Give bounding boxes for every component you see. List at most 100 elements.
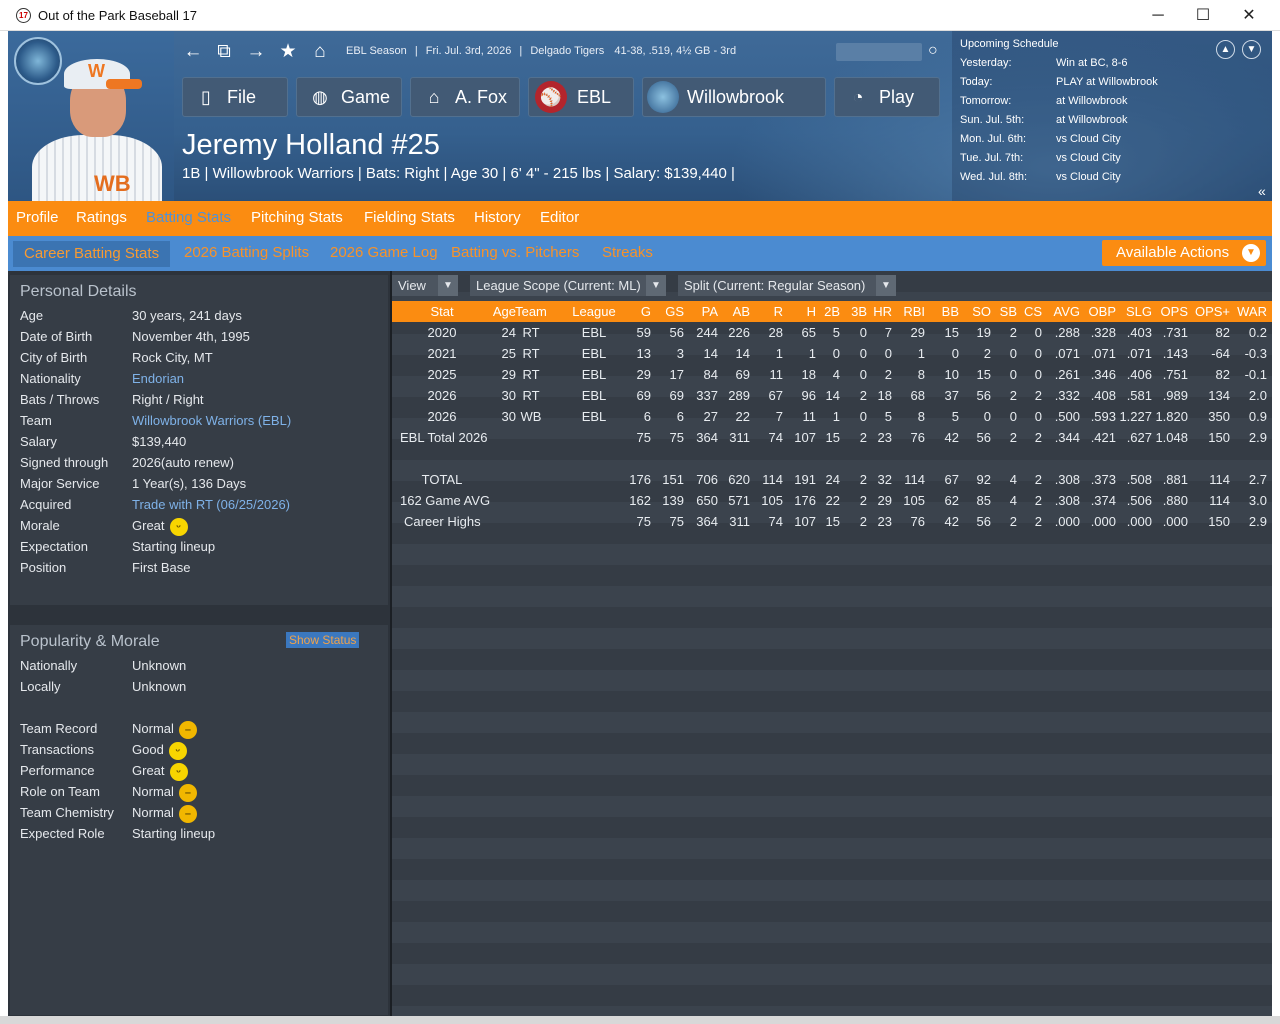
chevron-down-icon: ▼ bbox=[1242, 244, 1260, 262]
play-button[interactable]: ◔ Play bbox=[834, 77, 940, 117]
split-dropdown[interactable]: Split (Current: Regular Season) ▼ bbox=[678, 275, 896, 296]
popularity-title: Popularity & Morale bbox=[20, 633, 160, 650]
file-menu-button[interactable]: ▯ File bbox=[182, 77, 288, 117]
table-row[interactable]: 162 Game AVG 162 139 650 571 105 176 22 2 29 105 62… bbox=[392, 490, 1272, 511]
personal-details-title: Personal Details bbox=[20, 283, 137, 300]
app-window: WB W ← ⧉ → ★ ⌂ EBL Season | Fri. Jul. 3r… bbox=[8, 31, 1272, 1016]
detail-row: Signed through 2026(auto renew) bbox=[20, 455, 234, 470]
table-cell: 3.0 bbox=[1248, 493, 1267, 508]
tab-history[interactable]: History bbox=[474, 201, 521, 236]
window-title: Out of the Park Baseball 17 bbox=[38, 8, 197, 23]
table-cell: 24 bbox=[501, 325, 516, 340]
current-date: Fri. Jul. 3rd, 2026 bbox=[425, 45, 512, 57]
subtab-batting-splits[interactable]: 2026 Batting Splits bbox=[184, 236, 309, 271]
table-cell: RT bbox=[522, 346, 540, 361]
table-cell bbox=[1207, 448, 1267, 469]
chevron-up-icon[interactable]: ▲ bbox=[1216, 40, 1235, 59]
player-name: Jeremy Holland #25 bbox=[182, 129, 440, 161]
schedule-title: Upcoming Schedule bbox=[960, 38, 1059, 50]
copy-icon[interactable]: ⧉ bbox=[213, 41, 235, 63]
document-icon: ▯ bbox=[201, 87, 211, 107]
acquired-trade-link[interactable]: Trade with RT (06/25/2026) bbox=[132, 494, 290, 515]
table-cell bbox=[508, 469, 554, 490]
team-menu-button[interactable]: Willowbrook bbox=[642, 77, 826, 117]
subtab-career-batting-stats[interactable]: Career Batting Stats bbox=[13, 241, 171, 267]
available-actions-button[interactable]: Available Actions ▼ bbox=[1102, 240, 1266, 266]
maximize-button[interactable]: ☐ bbox=[1180, 0, 1226, 31]
chevron-down-icon: ▼ bbox=[646, 275, 666, 296]
tab-editor[interactable]: Editor bbox=[540, 201, 579, 236]
back-arrow-icon[interactable]: ← bbox=[182, 41, 204, 63]
popularity-morale-panel: Popularity & Morale Show Status National… bbox=[10, 625, 388, 1015]
sub-tabs: Career Batting Stats 2026 Batting Splits… bbox=[8, 236, 1272, 271]
table-cell: RT bbox=[522, 388, 540, 403]
tab-profile[interactable]: Profile bbox=[16, 201, 59, 236]
table-cell: 0.2 bbox=[1248, 325, 1267, 340]
current-team[interactable]: Delgado Tigers bbox=[530, 45, 604, 57]
table-cell: 25 bbox=[501, 346, 516, 361]
table-cell bbox=[456, 490, 516, 511]
league-menu-button[interactable]: ⚾ EBL bbox=[528, 77, 634, 117]
tab-batting-stats[interactable]: Batting Stats bbox=[146, 201, 231, 236]
tab-fielding-stats[interactable]: Fielding Stats bbox=[364, 201, 455, 236]
table-row[interactable]: 2025 29 RT EBL 29 17 84 69 11 18 4 0 2 8 10 15 0 0.261.34… bbox=[392, 364, 1272, 385]
close-button[interactable]: ✕ bbox=[1226, 0, 1272, 31]
view-dropdown[interactable]: View ▼ bbox=[392, 275, 458, 296]
column-header[interactable]: Team bbox=[508, 301, 554, 322]
detail-row: Age 30 years, 241 days bbox=[20, 308, 242, 323]
subtab-streaks[interactable]: Streaks bbox=[602, 236, 653, 271]
subtab-game-log[interactable]: 2026 Game Log bbox=[330, 236, 438, 271]
table-row[interactable]: EBL Total 2026 75 75 364 311 74 107 15 2 23 76 42 56… bbox=[392, 427, 1272, 448]
table-cell bbox=[508, 427, 554, 448]
player-summary: 1B | Willowbrook Warriors | Bats: Right … bbox=[182, 165, 735, 182]
detail-row: Major Service 1 Year(s), 136 Days bbox=[20, 476, 247, 491]
detail-row: Acquired Trade with RT (06/25/2026) bbox=[20, 494, 380, 515]
schedule-row: Tomorrow: at Willowbrook bbox=[960, 95, 1128, 107]
game-menu-button[interactable]: ◍ Game bbox=[296, 77, 402, 117]
personal-details-panel: Personal Details Age 30 years, 241 days D… bbox=[10, 275, 388, 605]
main-tabs: Profile Ratings Batting Stats Pitching S… bbox=[8, 201, 1272, 236]
table-row[interactable] bbox=[392, 448, 1272, 469]
team-link[interactable]: Willowbrook Warriors (EBL) bbox=[132, 410, 291, 431]
cap-logo-graphic: W bbox=[88, 61, 105, 81]
league-scope-dropdown[interactable]: League Scope (Current: ML) ▼ bbox=[470, 275, 666, 296]
table-row[interactable]: 2026 30 RT EBL 69 69 337 289 67 96 14 2 18 68 37 56 2 2.3… bbox=[392, 385, 1272, 406]
table-row[interactable]: TOTAL 176 151 706 620 114 191 24 2 32 114 67 92 4 2.30… bbox=[392, 469, 1272, 490]
table-row[interactable]: 2026 30 WB EBL 6 6 27 22 7 11 1 0 5 8 5 0 0 0.500.593 1.22… bbox=[392, 406, 1272, 427]
app-icon: 17 bbox=[16, 8, 31, 23]
league-logo-icon: ⚾ bbox=[535, 81, 567, 113]
detail-row: Date of Birth November 4th, 1995 bbox=[20, 329, 250, 344]
tab-ratings[interactable]: Ratings bbox=[76, 201, 127, 236]
home-icon[interactable]: ⌂ bbox=[309, 41, 331, 63]
star-icon[interactable]: ★ bbox=[277, 41, 299, 63]
table-row[interactable]: Career Highs 75 75 364 311 74 107 15 2 23 76 42 56 2 2… bbox=[392, 511, 1272, 532]
subtab-batting-vs-pitchers[interactable]: Batting vs. Pitchers bbox=[451, 236, 579, 271]
schedule-row: Mon. Jul. 6th: vs Cloud City bbox=[960, 133, 1121, 145]
forward-arrow-icon[interactable]: → bbox=[245, 41, 267, 63]
table-row[interactable]: 2021 25 RT EBL 13 3 14 14 1 1 0 0 0 1 0 2 0 0.071.071.071… bbox=[392, 343, 1272, 364]
morale-row: Role on Team Normal – bbox=[20, 781, 380, 802]
home-outline-icon: ⌂ bbox=[428, 87, 440, 107]
team-logo-icon[interactable] bbox=[14, 37, 62, 85]
collapse-double-chevron-icon[interactable]: « bbox=[1258, 183, 1266, 199]
column-header[interactable]: WAR bbox=[1207, 301, 1267, 322]
nationality-link[interactable]: Endorian bbox=[132, 368, 184, 389]
detail-row: Position First Base bbox=[20, 560, 191, 575]
detail-row: Expectation Starting lineup bbox=[20, 539, 216, 554]
search-input[interactable] bbox=[836, 43, 922, 61]
column-header[interactable]: Age bbox=[456, 301, 516, 322]
smiley-neutral-icon: – bbox=[178, 720, 197, 739]
table-row[interactable]: 2020 24 RT EBL 59 56 244 226 28 65 5 0 7 29 15 19 2 0.288… bbox=[392, 322, 1272, 343]
morale-row: Team Record Normal – bbox=[20, 718, 380, 739]
show-status-button[interactable]: Show Status bbox=[286, 632, 360, 648]
manager-menu-button[interactable]: ⌂ A. Fox bbox=[410, 77, 520, 117]
minimize-button[interactable]: ─ bbox=[1135, 0, 1181, 31]
search-icon[interactable]: ○ bbox=[928, 41, 948, 61]
table-cell: 0.9 bbox=[1248, 409, 1267, 424]
globe-icon: ◍ bbox=[312, 87, 328, 107]
detail-row: Nationality Endorian bbox=[20, 368, 380, 389]
chevron-down-icon[interactable]: ▼ bbox=[1242, 40, 1261, 59]
table-cell bbox=[508, 448, 554, 469]
schedule-row: Yesterday: Win at BC, 8-6 bbox=[960, 57, 1128, 69]
tab-pitching-stats[interactable]: Pitching Stats bbox=[251, 201, 343, 236]
